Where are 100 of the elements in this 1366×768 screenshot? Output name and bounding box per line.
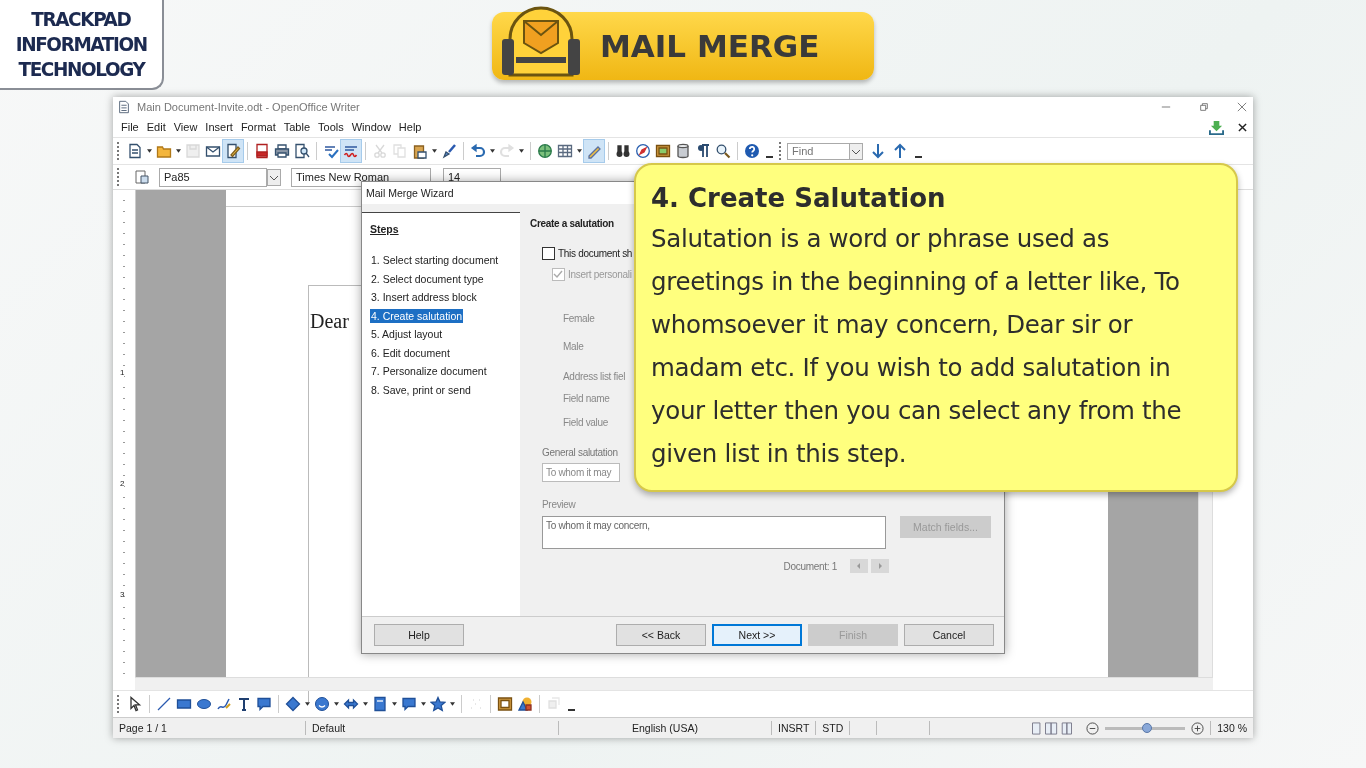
ellipse-icon	[196, 696, 212, 712]
paragraph-mark-icon	[695, 143, 711, 159]
caret-icon[interactable]	[432, 149, 437, 153]
menu-item[interactable]: File	[117, 121, 143, 133]
freeform-line-icon	[216, 696, 232, 712]
auto-spellcheck-icon	[343, 143, 359, 159]
styles-icon[interactable]	[134, 169, 150, 185]
step-item[interactable]: 1. Select starting document	[370, 253, 500, 267]
save-icon	[185, 143, 201, 159]
toolbar-button[interactable]	[223, 140, 243, 162]
caret-icon[interactable]	[147, 149, 152, 153]
step-item[interactable]: 8. Save, print or send	[370, 382, 472, 397]
checkbox-label: This document sh	[558, 248, 633, 259]
document-text: Dear	[310, 310, 349, 332]
close-document-icon[interactable]	[1238, 122, 1247, 132]
ruler-number: 2	[120, 479, 125, 488]
caret-icon[interactable]	[490, 149, 495, 153]
points-icon	[468, 696, 484, 712]
dialog-title: Mail Merge Wizard	[366, 187, 454, 199]
rectangle-icon	[176, 696, 192, 712]
dialog-button[interactable]: Cancel	[904, 624, 994, 646]
zoom-slider-thumb[interactable]	[1141, 722, 1152, 733]
zoom-slider[interactable]	[1105, 726, 1186, 730]
caret-icon[interactable]	[392, 702, 397, 706]
step-item[interactable]: 7. Personalize document	[370, 364, 488, 378]
caret-icon[interactable]	[176, 149, 181, 153]
step-item[interactable]: 5. Adjust layout	[370, 327, 444, 341]
language-status: English (USA)	[559, 721, 772, 735]
ruler-number: 1	[120, 368, 125, 377]
insert-mode-status: INSRT	[772, 721, 817, 735]
menu-item[interactable]: Edit	[142, 121, 170, 133]
salutation-field[interactable]: To whom it may	[542, 463, 620, 482]
menu-item[interactable]: Format	[236, 121, 280, 133]
banner-title: MAIL MERGE	[600, 28, 820, 64]
step-item[interactable]: 2. Select document type	[370, 271, 485, 286]
field-label: Address list fiel	[563, 371, 626, 382]
caret-icon[interactable]	[450, 702, 455, 706]
dialog-button[interactable]: Next >>	[712, 624, 802, 646]
logo-text: TRACKPAD	[31, 6, 131, 32]
help-icon	[744, 143, 760, 159]
speech-bubble-icon	[256, 696, 272, 712]
checkbox[interactable]	[542, 247, 555, 260]
caret-icon[interactable]	[305, 702, 310, 706]
pdf-icon	[254, 143, 270, 159]
window-title: Main Document-Invite.odt - OpenOffice Writer	[137, 101, 360, 113]
caret-icon[interactable]	[421, 702, 426, 706]
view-layout-icon[interactable]	[1030, 721, 1075, 735]
writer-app-icon	[117, 100, 131, 114]
dialog-button[interactable]: Help	[374, 624, 464, 646]
preview-box: To whom it may concern,	[542, 516, 886, 549]
edit-document-icon	[225, 143, 241, 159]
menu-item[interactable]: Window	[347, 121, 395, 133]
table-icon	[557, 143, 573, 159]
dialog-button[interactable]: << Back	[616, 624, 706, 646]
shapes-icon	[517, 696, 533, 712]
field-label: General salutation	[542, 447, 618, 458]
zoom-out-icon[interactable]	[1086, 721, 1100, 735]
zoom-level: 130 %	[1210, 721, 1253, 735]
page-style: Default	[306, 721, 559, 735]
callout-text: Salutation is a word or phrase used as greetings in the beginning of a letter like, To whomsoever it may concern, Dear sir or madam etc. If you wish to add salutation in your letter then you can select any from the given list in this step.	[651, 223, 1183, 470]
smiley-icon	[314, 696, 330, 712]
menu-item[interactable]: Insert	[201, 121, 237, 133]
step-item[interactable]: 3. Insert address block	[370, 290, 478, 304]
menu-item[interactable]: View	[169, 121, 202, 133]
dropdown-button[interactable]	[849, 142, 863, 160]
menu-item[interactable]: Help	[394, 121, 426, 133]
horizontal-scrollbar[interactable]	[135, 677, 1213, 690]
spellcheck-icon	[323, 143, 339, 159]
paragraph-style-field[interactable]: Pa85	[159, 167, 267, 187]
close-icon[interactable]	[1237, 102, 1247, 112]
pointer-icon	[127, 696, 143, 712]
restore-icon[interactable]	[1199, 102, 1209, 112]
zoom-icon	[715, 143, 731, 159]
document-counter: Document: 1	[783, 560, 837, 572]
database-icon	[675, 143, 691, 159]
caret-icon[interactable]	[577, 149, 582, 153]
flowchart-icon	[372, 696, 388, 712]
field-label: Male	[563, 341, 584, 352]
ruler-number: 3	[120, 590, 125, 599]
step-item[interactable]: 6. Edit document	[370, 345, 451, 360]
logo-text: TECHNOLOGY	[18, 56, 144, 82]
caret-icon[interactable]	[334, 702, 339, 706]
caret-icon[interactable]	[363, 702, 368, 706]
download-icon[interactable]	[1209, 119, 1224, 135]
printer-icon	[274, 143, 290, 159]
menu-item[interactable]: Table	[279, 121, 314, 133]
star-icon	[430, 696, 446, 712]
zoom-in-icon[interactable]	[1191, 721, 1205, 735]
step-item[interactable]: 4. Create salutation	[370, 308, 464, 323]
arrow-down-icon[interactable]	[870, 143, 886, 159]
preview-label: Preview	[542, 499, 576, 510]
checkbox-label: Insert personali	[568, 269, 632, 280]
folder-icon	[156, 143, 172, 159]
arrow-up-icon[interactable]	[892, 143, 908, 159]
dropdown-button[interactable]	[267, 168, 281, 186]
picture-frame-icon	[655, 143, 671, 159]
selection-mode-status: STD	[816, 721, 851, 735]
find-field[interactable]: Find	[787, 142, 849, 160]
section-heading: Create a salutation	[530, 218, 614, 229]
menu-item[interactable]: Tools	[314, 121, 348, 133]
